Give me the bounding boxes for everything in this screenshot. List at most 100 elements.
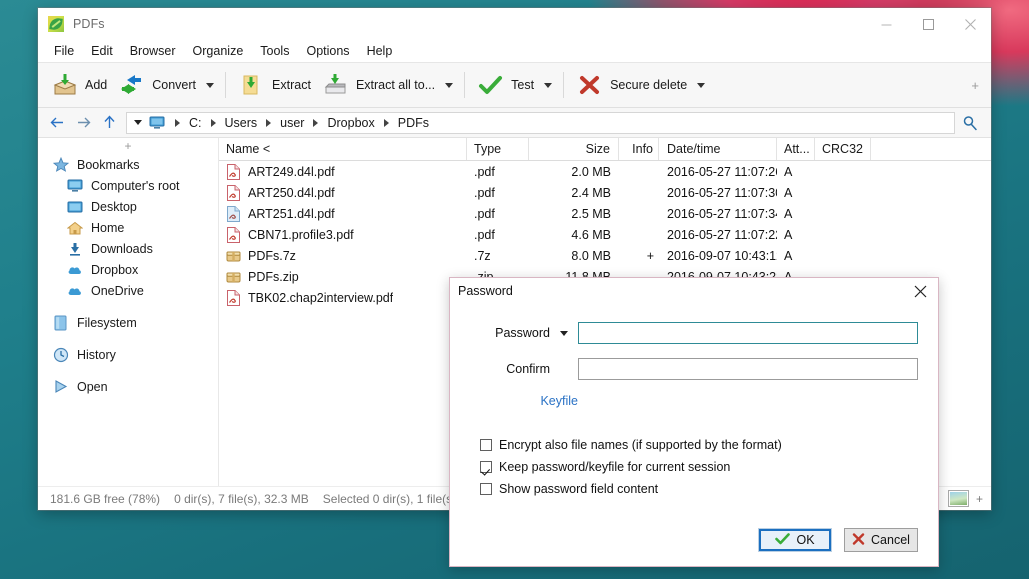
add-button[interactable]: Add <box>46 65 113 105</box>
table-row[interactable]: PDFs.7z .7z 8.0 MB + 2016-09-07 10:43:12… <box>219 245 991 266</box>
extract-all-dropdown-icon[interactable] <box>441 65 457 105</box>
table-row[interactable]: ART250.d4l.pdf .pdf 2.4 MB 2016-05-27 11… <box>219 182 991 203</box>
status-bar-right: + <box>947 490 991 507</box>
column-header-att[interactable]: Att... <box>777 138 815 160</box>
test-button[interactable]: Test <box>472 65 540 105</box>
ok-button[interactable]: OK <box>758 528 832 552</box>
extract-all-to-button[interactable]: Extract all to... <box>317 65 441 105</box>
file-size: 2.4 MB <box>571 185 611 200</box>
toolbar: Add Convert Extract Extract all to... Te… <box>38 62 991 108</box>
convert-button[interactable]: Convert <box>113 65 202 105</box>
option-keep-password[interactable]: Keep password/keyfile for current sessio… <box>480 456 918 478</box>
table-row[interactable]: ART249.d4l.pdf .pdf 2.0 MB 2016-05-27 11… <box>219 161 991 182</box>
breadcrumb-users[interactable]: Users <box>224 116 259 130</box>
column-header-name[interactable]: Name < <box>219 138 467 160</box>
sidebar-label-downloads: Downloads <box>91 241 153 256</box>
maximize-icon[interactable] <box>907 8 949 40</box>
up-arrow-icon[interactable] <box>96 111 122 135</box>
star-icon <box>52 157 69 173</box>
sidebar-item-downloads[interactable]: Downloads <box>38 238 218 259</box>
extract-button[interactable]: Extract <box>233 65 317 105</box>
sidebar-item-computers-root[interactable]: Computer's root <box>38 175 218 196</box>
secure-delete-button[interactable]: Secure delete <box>571 65 693 105</box>
computer-monitor-icon[interactable] <box>147 116 167 130</box>
checkbox-encrypt-filenames[interactable] <box>480 439 492 451</box>
menu-browser[interactable]: Browser <box>122 41 184 61</box>
option-show-password[interactable]: Show password field content <box>480 478 918 500</box>
file-type: .pdf <box>474 164 495 179</box>
breadcrumb[interactable]: C: Users user Dropbox PDFs <box>126 111 955 134</box>
menu-options[interactable]: Options <box>298 41 357 61</box>
extract-all-to-label: Extract all to... <box>355 78 436 92</box>
column-header-size[interactable]: Size <box>529 138 619 160</box>
archive-icon <box>226 269 241 285</box>
file-att: A <box>784 227 793 242</box>
sidebar-add-bookmark-button[interactable]: + <box>38 140 218 154</box>
toolbar-divider <box>225 72 227 98</box>
sidebar-item-bookmarks[interactable]: Bookmarks <box>38 154 218 175</box>
table-row[interactable]: CBN71.profile3.pdf .pdf 4.6 MB 2016-05-2… <box>219 224 991 245</box>
check-mark-icon <box>775 532 791 548</box>
toolbar-divider <box>464 72 466 98</box>
file-type: .pdf <box>474 206 495 221</box>
back-arrow-icon[interactable] <box>44 111 70 135</box>
sidebar-item-desktop[interactable]: Desktop <box>38 196 218 217</box>
test-label: Test <box>511 78 535 92</box>
pdf-icon <box>226 289 241 306</box>
dialog-title: Password <box>458 284 513 298</box>
minimize-icon[interactable] <box>865 8 907 40</box>
breadcrumb-dropbox[interactable]: Dropbox <box>326 116 375 130</box>
option-encrypt-filenames[interactable]: Encrypt also file names (if supported by… <box>480 434 918 456</box>
menu-tools[interactable]: Tools <box>252 41 297 61</box>
confirm-input[interactable] <box>578 358 918 380</box>
file-name: CBN71.profile3.pdf <box>248 227 354 242</box>
column-header-info[interactable]: Info <box>619 138 659 160</box>
search-icon[interactable] <box>955 115 985 131</box>
secure-delete-dropdown-icon[interactable] <box>693 65 709 105</box>
forward-arrow-icon[interactable] <box>70 111 96 135</box>
column-header-type[interactable]: Type <box>467 138 529 160</box>
cancel-button[interactable]: Cancel <box>844 528 918 552</box>
file-size: 2.0 MB <box>571 164 611 179</box>
red-x-icon <box>577 73 603 97</box>
column-header-crc32[interactable]: CRC32 <box>815 138 871 160</box>
image-preview-icon[interactable] <box>947 490 969 507</box>
convert-label: Convert <box>152 78 197 92</box>
chevron-down-icon[interactable] <box>131 120 145 125</box>
convert-dropdown-icon[interactable] <box>202 65 218 105</box>
checkbox-show-password[interactable] <box>480 483 492 495</box>
menu-help[interactable]: Help <box>359 41 401 61</box>
breadcrumb-c[interactable]: C: <box>188 116 203 130</box>
file-name: PDFs.7z <box>248 248 296 263</box>
checkbox-keep-password[interactable] <box>480 461 492 473</box>
table-row[interactable]: ART251.d4l.pdf .pdf 2.5 MB 2016-05-27 11… <box>219 203 991 224</box>
breadcrumb-pdfs[interactable]: PDFs <box>397 116 430 130</box>
ok-label: OK <box>796 533 815 547</box>
close-icon[interactable] <box>902 278 938 304</box>
sidebar-item-onedrive[interactable]: OneDrive <box>38 280 218 301</box>
menu-organize[interactable]: Organize <box>185 41 252 61</box>
close-icon[interactable] <box>949 8 991 40</box>
sidebar-item-dropbox[interactable]: Dropbox <box>38 259 218 280</box>
breadcrumb-user[interactable]: user <box>279 116 305 130</box>
breadcrumb-separator <box>175 118 180 127</box>
breadcrumb-separator <box>210 118 216 127</box>
menu-edit[interactable]: Edit <box>83 41 121 61</box>
sidebar-item-home[interactable]: Home <box>38 217 218 238</box>
file-size: 2.5 MB <box>571 206 611 221</box>
password-input[interactable] <box>578 322 918 344</box>
file-name: ART251.d4l.pdf <box>248 206 335 221</box>
keyfile-link[interactable]: Keyfile <box>450 394 578 408</box>
status-plus-button[interactable]: + <box>976 492 983 506</box>
chevron-down-icon[interactable] <box>550 330 578 336</box>
password-dialog: Password Password Confirm Keyfile Encryp… <box>449 277 939 567</box>
menu-file[interactable]: File <box>46 41 82 61</box>
sidebar-item-history[interactable]: History <box>38 344 218 365</box>
toolbar-overflow-button[interactable]: + <box>971 78 983 93</box>
pdf-icon-selected <box>226 205 241 222</box>
column-header-datetime[interactable]: Date/time <box>659 138 777 160</box>
test-dropdown-icon[interactable] <box>540 65 556 105</box>
sidebar-label-onedrive: OneDrive <box>91 283 144 298</box>
sidebar-item-filesystem[interactable]: Filesystem <box>38 312 218 333</box>
sidebar-item-open[interactable]: Open <box>38 376 218 397</box>
